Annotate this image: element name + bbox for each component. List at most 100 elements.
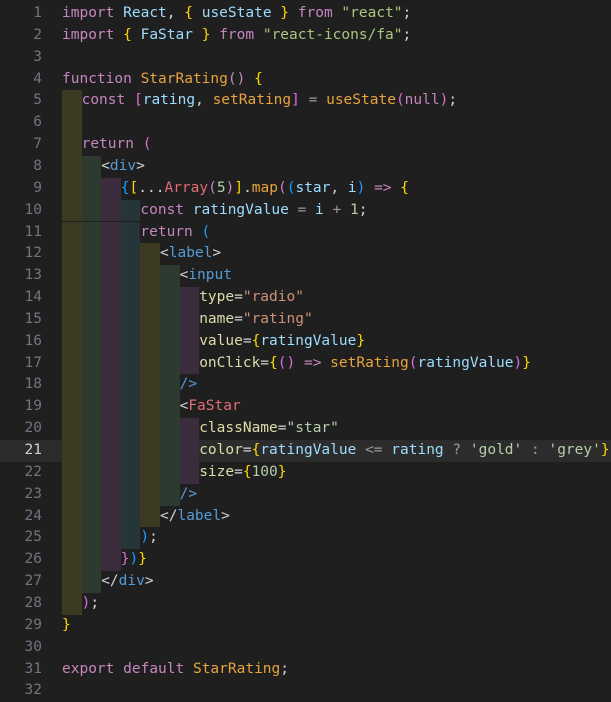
- code-text[interactable]: size={100}: [199, 462, 286, 484]
- code-line[interactable]: 14 type="radio": [0, 287, 611, 309]
- code-line[interactable]: 6: [0, 112, 611, 135]
- code-line[interactable]: 25);: [0, 527, 611, 550]
- code-text[interactable]: export default StarRating;: [62, 659, 289, 681]
- code-text[interactable]: return (: [140, 222, 210, 244]
- code-line[interactable]: 7 return (: [0, 134, 611, 156]
- line-number[interactable]: 18: [0, 374, 42, 396]
- indent-guide-block: [81, 374, 102, 397]
- line-number[interactable]: 1: [0, 3, 42, 25]
- code-editor[interactable]: 1 import React, { useState } from "react"…: [0, 0, 611, 701]
- code-line[interactable]: 4 function StarRating() {: [0, 69, 611, 91]
- code-line[interactable]: 2 import { FaStar } from "react-icons/fa"…: [0, 25, 611, 47]
- code-line[interactable]: 12 <label>: [0, 243, 611, 266]
- code-line[interactable]: 24 </label>: [0, 505, 611, 528]
- code-text[interactable]: {[...Array(5)].map((star, i) => {: [121, 178, 409, 200]
- code-text[interactable]: );: [140, 527, 157, 549]
- code-line[interactable]: 16 value={ratingValue}: [0, 330, 611, 353]
- code-text[interactable]: color={ratingValue <= rating ? 'gold' : …: [199, 440, 609, 462]
- code-text[interactable]: })}: [121, 549, 147, 571]
- code-text[interactable]: </label>: [160, 506, 230, 528]
- line-number[interactable]: 19: [0, 396, 42, 418]
- line-number[interactable]: 9: [0, 178, 42, 200]
- indent-guide-block: [81, 571, 102, 593]
- line-number[interactable]: 7: [0, 134, 42, 156]
- line-number[interactable]: 11: [0, 222, 42, 244]
- code-line[interactable]: 5 const [rating, setRating] = useState(nu…: [0, 90, 611, 113]
- code-line[interactable]: 31 export default StarRating;: [0, 659, 611, 681]
- code-text[interactable]: type="radio": [199, 287, 304, 309]
- code-line[interactable]: 32: [0, 680, 611, 702]
- code-token: (: [208, 179, 217, 196]
- line-number[interactable]: 30: [0, 637, 42, 659]
- indent-guide-block: [120, 418, 141, 440]
- code-line[interactable]: 10 const ratingValue = i + 1;: [0, 199, 611, 222]
- line-number[interactable]: 29: [0, 615, 42, 637]
- code-line[interactable]: 3: [0, 47, 611, 69]
- line-number[interactable]: 27: [0, 571, 42, 593]
- code-line[interactable]: 15 name="rating": [0, 308, 611, 331]
- code-line[interactable]: 19 <FaStar: [0, 396, 611, 419]
- code-line[interactable]: 9 {[...Array(5)].map((star, i) => {: [0, 177, 611, 200]
- line-number[interactable]: 22: [0, 462, 42, 484]
- line-number[interactable]: 6: [0, 112, 42, 134]
- line-number[interactable]: 32: [0, 680, 42, 702]
- code-line[interactable]: 27 </div>: [0, 571, 611, 593]
- line-number[interactable]: 14: [0, 287, 42, 309]
- code-text[interactable]: <FaStar: [180, 396, 241, 418]
- line-number[interactable]: 17: [0, 353, 42, 375]
- code-line[interactable]: 18 />: [0, 374, 611, 397]
- code-text[interactable]: return (: [82, 134, 152, 156]
- code-text[interactable]: value={ratingValue}: [199, 331, 365, 353]
- code-text[interactable]: className="star": [199, 418, 339, 440]
- code-text[interactable]: />: [180, 484, 197, 506]
- code-text[interactable]: onClick={() => setRating(ratingValue)}: [199, 353, 531, 375]
- indent-guide-block: [160, 418, 180, 440]
- code-text[interactable]: const ratingValue = i + 1;: [140, 200, 367, 222]
- code-line[interactable]: 11 return (: [0, 221, 611, 244]
- code-line[interactable]: 28);: [0, 592, 611, 615]
- line-number[interactable]: 8: [0, 156, 42, 178]
- code-line[interactable]: 13 <input: [0, 265, 611, 288]
- code-text[interactable]: name="rating": [199, 309, 313, 331]
- code-text[interactable]: />: [180, 374, 197, 396]
- code-line[interactable]: 20 className="star": [0, 418, 611, 440]
- code-text[interactable]: <input: [180, 265, 232, 287]
- line-number[interactable]: 2: [0, 25, 42, 47]
- line-number[interactable]: 5: [0, 90, 42, 112]
- code-text[interactable]: function StarRating() {: [62, 69, 263, 91]
- code-token: Array: [164, 179, 209, 196]
- code-text[interactable]: import React, { useState } from "react";: [62, 3, 411, 25]
- line-number[interactable]: 4: [0, 69, 42, 91]
- line-number[interactable]: 12: [0, 243, 42, 265]
- line-number[interactable]: 24: [0, 506, 42, 528]
- code-line[interactable]: 22 size={100}: [0, 461, 611, 484]
- code-text[interactable]: <div>: [101, 156, 145, 178]
- code-text[interactable]: const [rating, setRating] = useState(nul…: [82, 90, 457, 112]
- code-line[interactable]: 30: [0, 637, 611, 659]
- code-text[interactable]: <label>: [160, 243, 221, 265]
- line-number[interactable]: 15: [0, 309, 42, 331]
- code-line[interactable]: 8 <div>: [0, 155, 611, 178]
- line-number[interactable]: 16: [0, 331, 42, 353]
- line-number[interactable]: 13: [0, 265, 42, 287]
- line-number[interactable]: 3: [0, 47, 42, 69]
- code-text[interactable]: }: [62, 615, 71, 637]
- code-line[interactable]: 17 onClick={() => setRating(ratingValue)}: [0, 352, 611, 375]
- code-text[interactable]: </div>: [101, 571, 153, 593]
- code-line[interactable]: 1 import React, { useState } from "react"…: [0, 3, 611, 25]
- code-line[interactable]: 29}: [0, 615, 611, 637]
- line-number[interactable]: 21: [0, 440, 42, 462]
- line-number[interactable]: 20: [0, 418, 42, 440]
- line-number[interactable]: 26: [0, 549, 42, 571]
- line-number[interactable]: 10: [0, 200, 42, 222]
- code-line[interactable]: 26})}: [0, 549, 611, 572]
- code-line[interactable]: 23 />: [0, 483, 611, 506]
- code-text[interactable]: import { FaStar } from "react-icons/fa";: [62, 25, 411, 47]
- line-number[interactable]: 31: [0, 659, 42, 681]
- line-number[interactable]: 28: [0, 593, 42, 615]
- code-line[interactable]: 21 color={ratingValue <= rating ? 'gold' …: [0, 440, 611, 462]
- line-number[interactable]: 25: [0, 527, 42, 549]
- indent-guide-block: [62, 352, 82, 375]
- line-number[interactable]: 23: [0, 484, 42, 506]
- code-text[interactable]: );: [82, 593, 99, 615]
